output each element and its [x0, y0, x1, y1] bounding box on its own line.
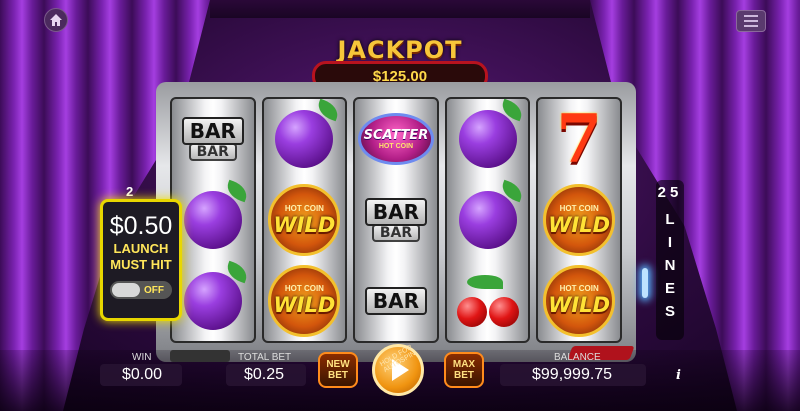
lines-letter: E: [664, 280, 675, 297]
machine-base-left: [170, 350, 230, 362]
wild-text: WILD: [273, 212, 336, 237]
must-hit-label: MUST HIT: [110, 257, 172, 272]
reel-3: SCATTER HOT COIN BAR BAR BAR: [353, 97, 439, 343]
menu-button[interactable]: [736, 10, 766, 32]
reel-cell: [172, 180, 254, 261]
reel-cell: BAR: [355, 260, 437, 341]
reel-1: BAR BAR: [170, 97, 256, 343]
balance-value: $99,999.75: [532, 366, 613, 383]
menu-icon-bar: [744, 15, 758, 17]
total-bet-value: $0.25: [244, 366, 285, 383]
reel-cell: [447, 99, 529, 180]
reel-2: HOT COIN WILD HOT COIN WILD: [261, 97, 348, 343]
wild-symbol: HOT COIN WILD: [543, 264, 616, 337]
launch-toggle[interactable]: OFF: [110, 281, 172, 299]
reel-cell: HOT COIN WILD: [264, 180, 346, 261]
line-indicator-left: 2: [126, 184, 134, 199]
home-button[interactable]: [44, 8, 68, 32]
cherry-fruit: [456, 296, 487, 327]
cherry-symbol: [456, 273, 519, 329]
reel-cell: 7: [538, 99, 620, 180]
balance-label: BALANCE: [554, 352, 601, 363]
reel-4: [444, 97, 531, 343]
lines-letter: I: [667, 234, 673, 251]
wild-brand: HOT COIN: [559, 203, 599, 213]
reel-cell: HOT COIN WILD: [264, 260, 346, 341]
scatter-symbol: SCATTER HOT COIN: [357, 113, 434, 166]
reel-cell: HOT COIN WILD: [538, 260, 620, 341]
bar-plate: BAR: [188, 143, 237, 162]
curtain-valance: [210, 0, 590, 18]
launch-must-hit-panel[interactable]: $0.50 LAUNCH MUST HIT OFF: [100, 199, 182, 321]
cherry-leaf: [466, 274, 503, 289]
info-button[interactable]: i: [676, 368, 690, 384]
plum-symbol: [183, 271, 242, 330]
total-bet-label: TOTAL BET: [238, 352, 292, 363]
reel-5: 7 HOT COIN WILD HOT COIN WILD: [536, 97, 622, 343]
slot-game-stage: JACKPOT $125.00 BAR BAR HOT COIN WILD HOT CO…: [0, 0, 800, 411]
launch-label: LAUNCH: [113, 241, 169, 256]
bar-symbol: BAR: [361, 280, 431, 322]
launch-amount: $0.50: [109, 212, 173, 240]
max-bet-line1: MAX: [452, 359, 476, 370]
wild-text: WILD: [548, 212, 611, 237]
home-icon: [50, 14, 62, 26]
max-bet-line2: BET: [454, 370, 474, 381]
win-value: $0.00: [122, 366, 163, 383]
wild-symbol: HOT COIN WILD: [268, 264, 341, 337]
wild-text: WILD: [273, 293, 336, 318]
menu-icon-bar: [744, 20, 758, 22]
wild-text: WILD: [548, 293, 611, 318]
lines-indicator: 25 LINES: [656, 180, 684, 340]
jackpot-title: JACKPOT: [337, 36, 463, 64]
bar-symbol: BAR BAR: [178, 117, 248, 162]
reel-cell: HOT COIN WILD: [538, 180, 620, 261]
scatter-brand: HOT COIN: [378, 143, 414, 151]
menu-icon-bar: [744, 25, 758, 27]
reel-glow: [642, 268, 648, 298]
lines-count: 25: [657, 184, 683, 201]
bar-plate: BAR: [181, 117, 244, 146]
wild-symbol: HOT COIN WILD: [268, 184, 341, 256]
new-bet-line2: BET: [328, 370, 348, 381]
wild-brand: HOT COIN: [284, 203, 324, 213]
wild-symbol: HOT COIN WILD: [543, 184, 616, 256]
reel-cell: [172, 260, 254, 341]
cherry-fruit: [488, 296, 519, 327]
reels-area: BAR BAR HOT COIN WILD HOT COIN WILD SCATTER HOT…: [170, 97, 622, 343]
bar-plate: BAR: [364, 198, 428, 226]
plum-symbol: [275, 110, 334, 169]
lines-letter: N: [664, 257, 676, 274]
reel-cell: BAR BAR: [355, 180, 437, 261]
toggle-knob: [112, 283, 140, 297]
plum-symbol: [458, 110, 517, 169]
bar-symbol: BAR BAR: [361, 198, 431, 242]
reel-cell: SCATTER HOT COIN: [355, 99, 437, 180]
lines-word: LINES: [665, 211, 676, 320]
scatter-text: SCATTER: [363, 128, 429, 144]
new-bet-line1: NEW: [326, 359, 350, 370]
toggle-state: OFF: [144, 284, 164, 296]
plum-symbol: [458, 191, 517, 249]
new-bet-button[interactable]: NEW BET: [318, 352, 358, 388]
reel-cell: [447, 260, 529, 341]
bar-plate: BAR: [371, 224, 421, 242]
seven-symbol: 7: [556, 100, 603, 179]
reel-cell: [447, 180, 529, 261]
reel-cell: BAR BAR: [172, 99, 254, 180]
plum-symbol: [183, 191, 242, 249]
wild-brand: HOT COIN: [284, 284, 324, 294]
lines-letter: S: [664, 303, 675, 320]
bar-plate: BAR: [364, 286, 428, 315]
win-label: WIN: [132, 352, 152, 363]
wild-brand: HOT COIN: [559, 284, 599, 294]
lines-letter: L: [665, 211, 675, 228]
max-bet-button[interactable]: MAX BET: [444, 352, 484, 388]
reel-cell: [264, 99, 346, 180]
